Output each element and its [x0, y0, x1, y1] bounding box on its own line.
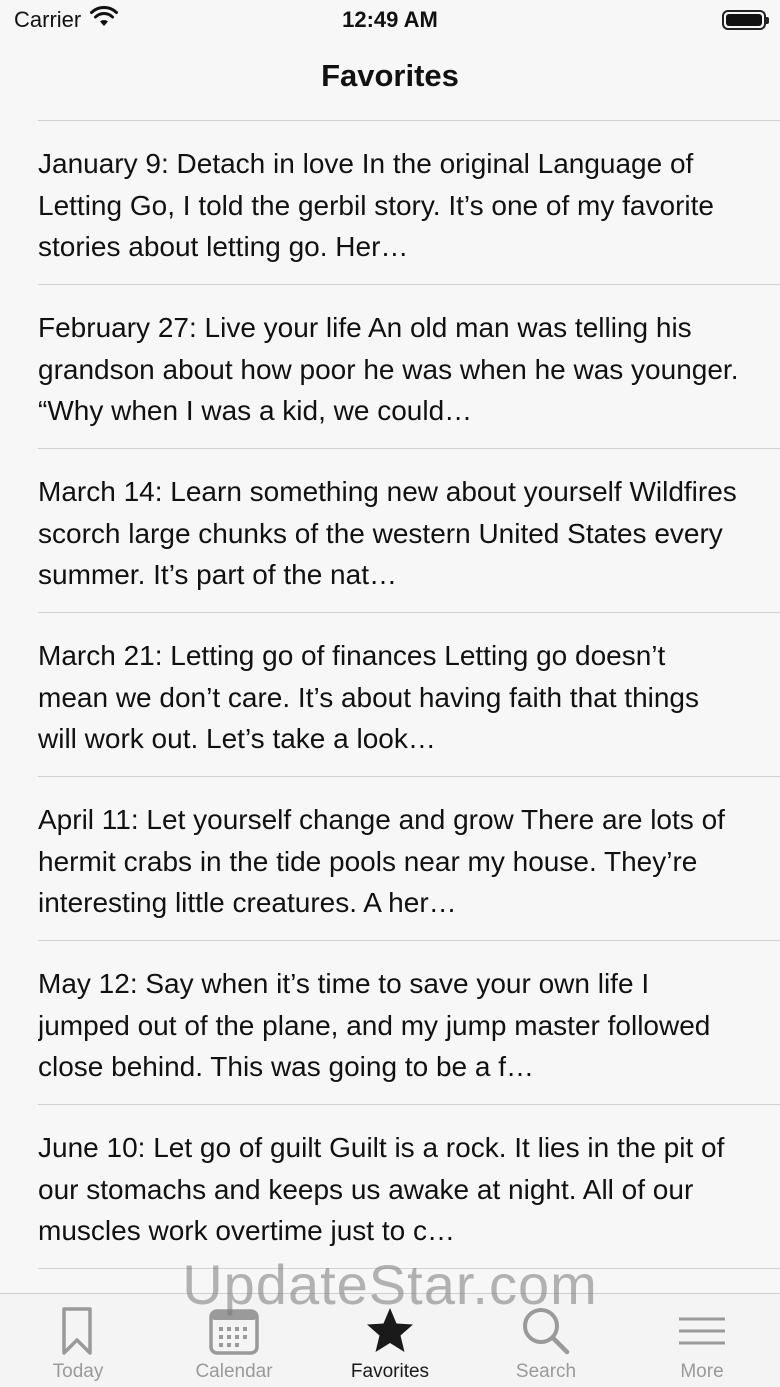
- tab-label: Today: [52, 1361, 104, 1382]
- tab-label: Favorites: [350, 1361, 430, 1382]
- tab-label: Calendar: [195, 1361, 273, 1382]
- list-item[interactable]: June 10: Let go of guilt Guilt is a rock…: [38, 1105, 780, 1269]
- tab-bar: Today Calendar Favorites Search More: [0, 1293, 780, 1387]
- bookmark-icon: [62, 1307, 92, 1355]
- tab-label: Search: [515, 1361, 577, 1382]
- favorites-list: January 9: Detach in love In the origina…: [38, 120, 780, 1269]
- tab-favorites[interactable]: Favorites: [312, 1294, 468, 1387]
- tab-today[interactable]: Today: [0, 1294, 156, 1387]
- list-item[interactable]: February 27: Live your life An old man w…: [38, 285, 780, 449]
- tab-search[interactable]: Search: [468, 1294, 624, 1387]
- wifi-icon: [89, 5, 119, 34]
- list-item[interactable]: March 14: Learn something new about your…: [38, 449, 780, 613]
- battery-icon: [722, 10, 769, 30]
- list-item[interactable]: January 9: Detach in love In the origina…: [38, 121, 780, 285]
- calendar-icon: [209, 1309, 259, 1355]
- page-title: Favorites: [321, 58, 459, 93]
- tab-label: More: [680, 1361, 724, 1382]
- search-icon: [523, 1308, 570, 1355]
- list-item[interactable]: May 12: Say when it’s time to save your …: [38, 941, 780, 1105]
- status-bar: Carrier 12:49 AM: [0, 0, 780, 40]
- list-item[interactable]: April 11: Let yourself change and grow T…: [38, 777, 780, 941]
- list-item[interactable]: March 21: Letting go of finances Letting…: [38, 613, 780, 777]
- star-icon: [367, 1308, 413, 1352]
- tab-calendar[interactable]: Calendar: [156, 1294, 312, 1387]
- carrier-label: Carrier: [14, 7, 82, 32]
- status-left: Carrier: [14, 5, 119, 34]
- tab-more[interactable]: More: [624, 1294, 780, 1387]
- menu-icon: [679, 1317, 725, 1345]
